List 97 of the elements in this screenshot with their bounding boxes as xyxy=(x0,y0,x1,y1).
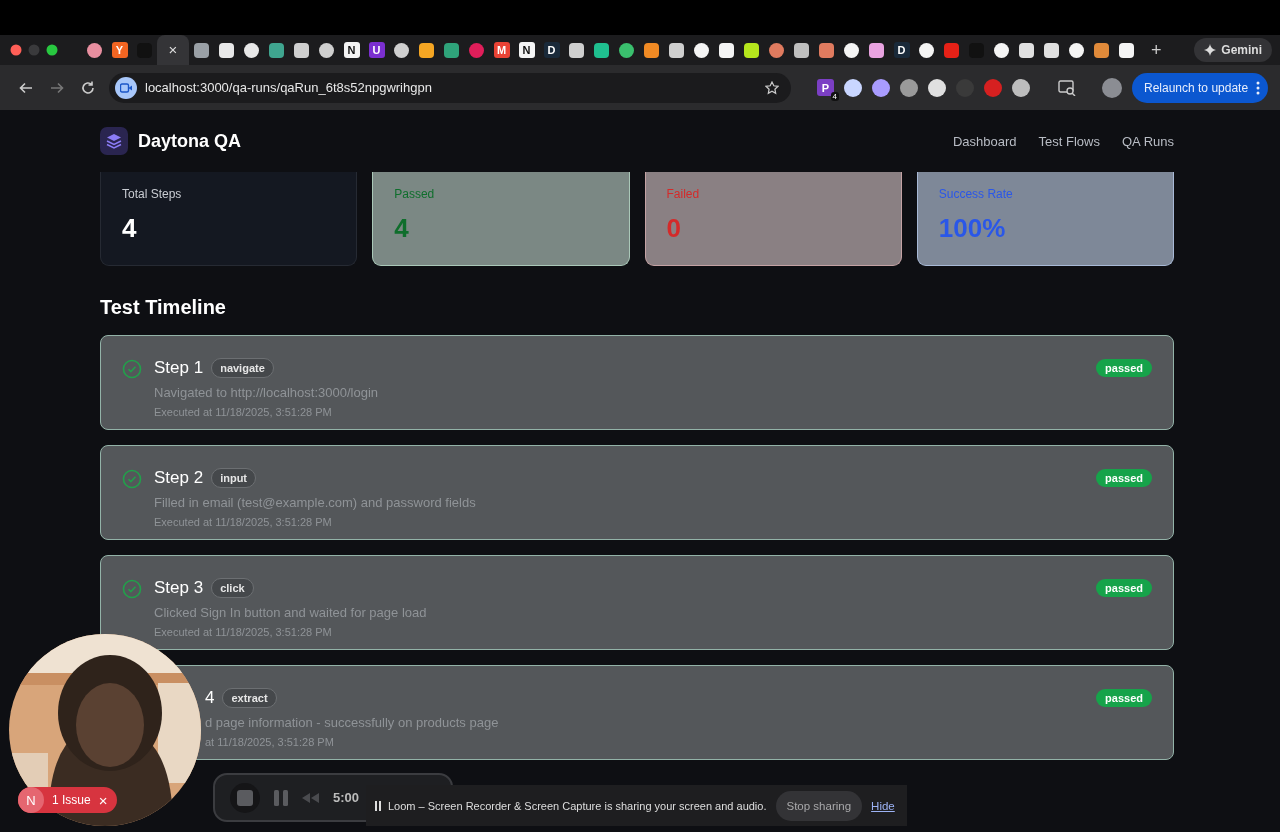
extension-icon[interactable] xyxy=(872,78,890,97)
step-timestamp: Executed at 11/18/2025, 3:51:28 PM xyxy=(154,406,333,418)
stat-label: Failed xyxy=(666,187,701,201)
status-badge: passed xyxy=(1096,359,1152,377)
stat-label: Passed xyxy=(394,187,436,201)
step-description: Navigated to http://localhost:3000/login xyxy=(154,385,379,400)
section-title: Test Timeline xyxy=(100,296,227,319)
sparkle-icon xyxy=(1204,44,1217,56)
step-timestamp: Executed at 11/18/2025, 3:51:28 PM xyxy=(154,626,333,638)
tab-favicon[interactable] xyxy=(994,42,1009,58)
action-tag: extract xyxy=(222,688,277,708)
close-icon[interactable]: × xyxy=(98,791,108,809)
tab-favicon[interactable] xyxy=(194,42,209,58)
status-badge: passed xyxy=(1096,689,1152,707)
tab-favicon[interactable]: N xyxy=(343,42,360,58)
action-tag: click xyxy=(211,578,254,598)
tab-favicon[interactable] xyxy=(744,42,759,58)
tab-favicon[interactable] xyxy=(794,42,809,58)
nav-link[interactable]: Test Flows xyxy=(1038,133,1100,149)
tab-favicon[interactable] xyxy=(1044,42,1059,58)
tab-search-icon[interactable] xyxy=(1058,79,1076,96)
new-tab-button[interactable]: + xyxy=(1151,39,1162,61)
extension-icon[interactable] xyxy=(1012,78,1030,97)
tab-favicon[interactable]: N xyxy=(518,42,535,58)
tab-favicon[interactable] xyxy=(394,42,409,58)
tab-favicon[interactable] xyxy=(419,42,434,58)
tab-favicon[interactable] xyxy=(594,42,609,58)
tab-favicon[interactable] xyxy=(769,42,784,58)
tab-favicon[interactable] xyxy=(1094,42,1109,58)
extension-icon[interactable] xyxy=(844,78,862,97)
tab-favicon[interactable] xyxy=(919,42,934,58)
tab-favicon[interactable] xyxy=(619,42,634,58)
stop-sharing-button[interactable]: Stop sharing xyxy=(775,790,863,821)
extension-icon[interactable] xyxy=(928,78,946,97)
nav-link[interactable]: Dashboard xyxy=(952,133,1017,149)
step-title: Step 1 xyxy=(154,358,204,378)
relaunch-button[interactable]: Relaunch to update xyxy=(1132,72,1269,103)
step-timestamp: Executed at 11/18/2025, 3:51:28 PM xyxy=(154,516,333,528)
issues-badge[interactable]: N 1 Issue × xyxy=(18,787,118,813)
action-tag: input xyxy=(211,468,257,488)
step-description: Clicked Sign In button and waited for page load xyxy=(154,605,427,620)
tab-favicon[interactable] xyxy=(1119,42,1134,58)
bookmark-star-icon[interactable] xyxy=(765,80,779,95)
tab-favicon[interactable] xyxy=(869,42,884,58)
status-badge: passed xyxy=(1096,469,1152,487)
recording-timer: 5:00 xyxy=(333,790,360,805)
extension-icon[interactable] xyxy=(900,78,918,97)
tab-favicon[interactable]: M xyxy=(493,42,510,58)
site-info-icon[interactable] xyxy=(115,76,137,99)
stat-value: 4 xyxy=(394,213,410,244)
step-title: Step 2 xyxy=(154,468,204,488)
stat-value: 100% xyxy=(938,213,1007,244)
tab-favicon[interactable] xyxy=(644,42,659,58)
step-title: 4 xyxy=(205,688,215,708)
tab-favicon[interactable]: D xyxy=(543,42,560,58)
status-badge: passed xyxy=(1096,579,1152,597)
profile-avatar[interactable] xyxy=(1102,77,1122,98)
tab-favicon[interactable]: D xyxy=(893,42,910,58)
reload-icon[interactable] xyxy=(79,79,96,96)
step-timestamp: at 11/18/2025, 3:51:28 PM xyxy=(205,736,335,748)
app-title: Daytona QA xyxy=(138,130,242,152)
tab-favicon[interactable] xyxy=(694,42,709,58)
extension-badge: 4 xyxy=(830,92,839,101)
letter-avatar: N xyxy=(18,787,44,813)
tab-favicon[interactable] xyxy=(844,42,859,58)
pause-icon[interactable] xyxy=(273,788,289,807)
tab-favicon[interactable] xyxy=(244,42,259,58)
tab-favicon[interactable]: U xyxy=(368,42,385,58)
stat-label: Success Rate xyxy=(938,187,1014,201)
tab-favicon[interactable] xyxy=(819,42,834,58)
step-description: d page information - successfully on products page xyxy=(205,715,499,730)
gemini-button[interactable]: Gemini xyxy=(1194,38,1272,62)
pause-icon xyxy=(375,800,381,811)
issue-count: 1 Issue xyxy=(52,793,91,807)
tab-favicon[interactable] xyxy=(269,42,284,58)
tab-favicon[interactable] xyxy=(719,42,734,58)
stack-logo-icon xyxy=(100,127,128,155)
hide-link[interactable]: Hide xyxy=(871,799,895,812)
tab-favicon[interactable] xyxy=(569,42,584,58)
tab-favicon[interactable] xyxy=(294,42,309,58)
extension-icon[interactable]: P xyxy=(817,79,834,96)
active-tab[interactable]: × xyxy=(157,35,189,65)
sharing-message: Loom – Screen Recorder & Screen Capture is sharing your screen and audio. xyxy=(388,799,767,812)
action-tag: navigate xyxy=(211,358,274,378)
tab-favicon[interactable] xyxy=(87,42,102,58)
stat-value: 4 xyxy=(122,213,138,244)
tab-favicon[interactable] xyxy=(319,42,334,58)
tab-favicon[interactable] xyxy=(669,42,684,58)
nav-link[interactable]: QA Runs xyxy=(1121,133,1174,149)
stat-label: Total Steps xyxy=(122,187,183,201)
more-menu-icon[interactable] xyxy=(1256,80,1261,95)
tab-favicon[interactable] xyxy=(1069,42,1084,58)
tab-favicon[interactable] xyxy=(219,42,234,58)
stop-icon[interactable] xyxy=(229,781,261,814)
stat-value: 0 xyxy=(666,213,682,244)
tab-favicon[interactable] xyxy=(1019,42,1034,58)
step-title: Step 3 xyxy=(154,578,204,598)
